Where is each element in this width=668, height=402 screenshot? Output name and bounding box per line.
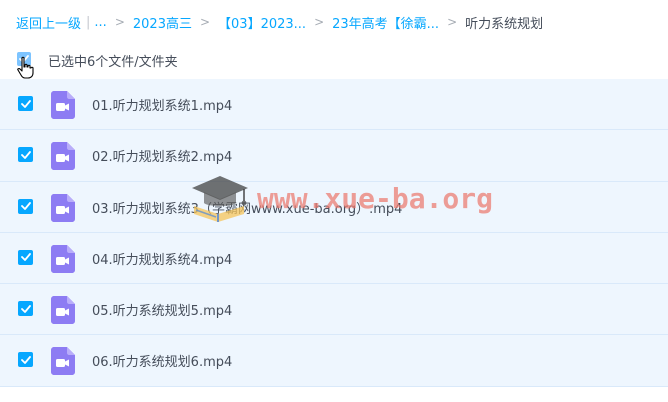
file-row[interactable]: 05.听力系统规划5.mp4 xyxy=(0,284,668,336)
breadcrumb-item-23-gaokao[interactable]: 23年高考【徐霸... xyxy=(332,13,439,32)
breadcrumb-item-03-2023[interactable]: 【03】2023... xyxy=(218,13,306,32)
video-file-icon xyxy=(51,91,75,119)
breadcrumb-divider: | xyxy=(86,14,91,30)
back-link[interactable]: 返回上一级 xyxy=(16,13,81,32)
row-checkbox[interactable] xyxy=(18,198,33,214)
selection-header: 已选中6个文件/文件夹 xyxy=(0,44,668,79)
breadcrumb: 返回上一级 | ... > 2023高三 > 【03】2023... > 23年… xyxy=(16,12,543,32)
breadcrumb-separator: > xyxy=(114,15,125,29)
file-name[interactable]: 05.听力系统规划5.mp4 xyxy=(92,300,232,319)
file-name[interactable]: 04.听力规划系统4.mp4 xyxy=(92,249,232,268)
checkmark-icon xyxy=(20,253,31,262)
video-file-icon xyxy=(51,296,75,325)
checkmark-icon xyxy=(20,202,31,210)
breadcrumb-separator: > xyxy=(199,15,211,29)
breadcrumb-separator: > xyxy=(314,15,325,29)
video-file-icon xyxy=(51,244,75,273)
breadcrumb-current: 听力系统规划 xyxy=(465,16,544,32)
file-row[interactable]: 03.听力规划系统3（学霸网www.xue-ba.org）.mp4 xyxy=(0,181,668,233)
file-name[interactable]: 01.听力规划系统1.mp4 xyxy=(92,95,232,114)
video-file-icon xyxy=(51,142,75,171)
file-row[interactable]: 02.听力规划系统2.mp4 xyxy=(0,130,668,182)
selection-status: 已选中6个文件/文件夹 xyxy=(48,55,178,70)
file-row[interactable]: 06.听力系统规划6.mp4 xyxy=(0,335,668,387)
video-file-icon xyxy=(51,193,75,222)
breadcrumb-item-2023-gaosan[interactable]: 2023高三 xyxy=(133,13,192,32)
row-checkbox[interactable] xyxy=(18,96,33,111)
checkmark-icon xyxy=(20,356,31,364)
file-name[interactable]: 02.听力规划系统2.mp4 xyxy=(92,146,232,165)
row-checkbox[interactable] xyxy=(18,301,33,317)
file-browser: 返回上一级 | ... > 2023高三 > 【03】2023... > 23年… xyxy=(0,0,668,402)
checkmark-icon xyxy=(20,99,31,108)
hand-cursor-icon xyxy=(17,56,34,79)
row-checkbox[interactable] xyxy=(18,249,33,265)
file-name[interactable]: 03.听力规划系统3（学霸网www.xue-ba.org）.mp4 xyxy=(92,198,402,217)
file-row[interactable]: 01.听力规划系统1.mp4 xyxy=(0,79,668,131)
row-checkbox[interactable] xyxy=(18,352,33,368)
file-list: 01.听力规划系统1.mp4 02.听力规划系统2.mp4 03.听力规划系统3… xyxy=(0,79,668,387)
row-checkbox[interactable] xyxy=(18,147,33,163)
checkmark-icon xyxy=(20,304,31,313)
file-name[interactable]: 06.听力系统规划6.mp4 xyxy=(92,351,232,370)
breadcrumb-ellipsis[interactable]: ... xyxy=(94,15,106,30)
breadcrumb-separator: > xyxy=(447,15,458,29)
checkmark-icon xyxy=(20,150,31,159)
video-file-icon xyxy=(51,347,75,376)
file-row[interactable]: 04.听力规划系统4.mp4 xyxy=(0,232,668,285)
